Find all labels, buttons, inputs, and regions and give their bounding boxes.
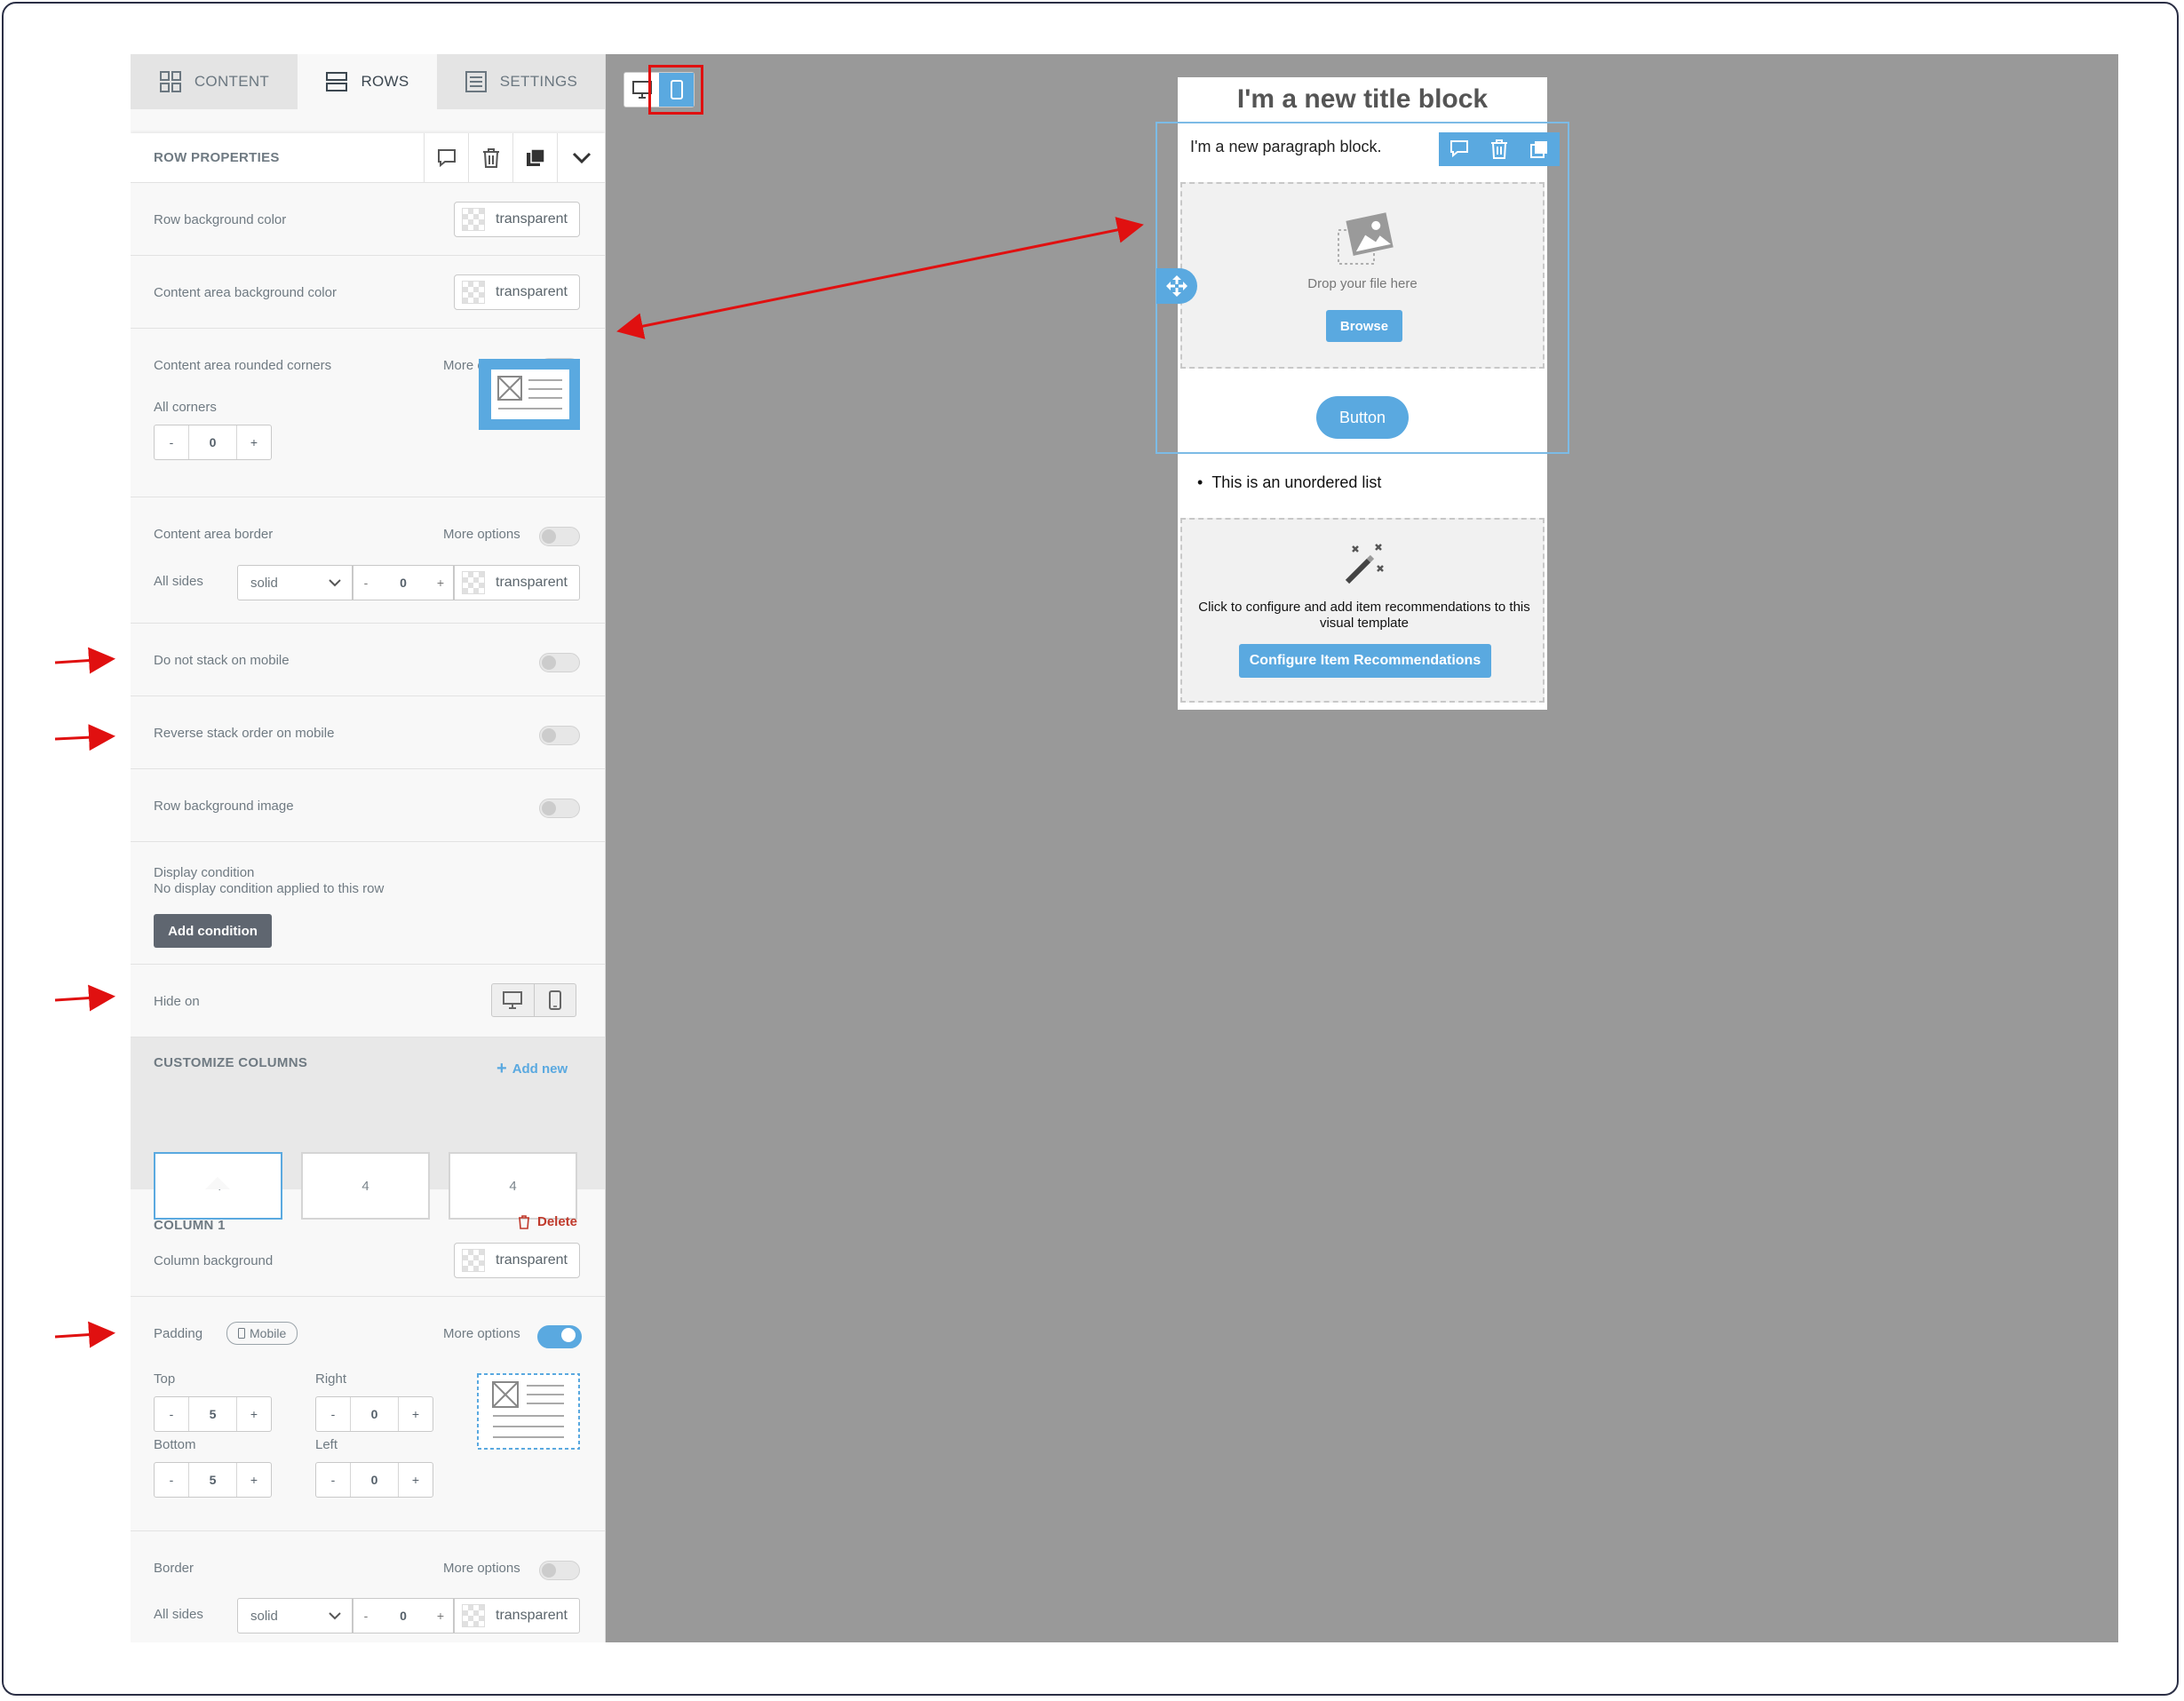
arrow-reverse-stack xyxy=(54,724,115,751)
arrow-hide-on xyxy=(54,984,115,1012)
annotation-arrows xyxy=(54,217,1144,1348)
arrow-no-stack xyxy=(54,647,115,674)
arrow-double xyxy=(616,217,1144,339)
arrow-padding xyxy=(54,1321,115,1348)
